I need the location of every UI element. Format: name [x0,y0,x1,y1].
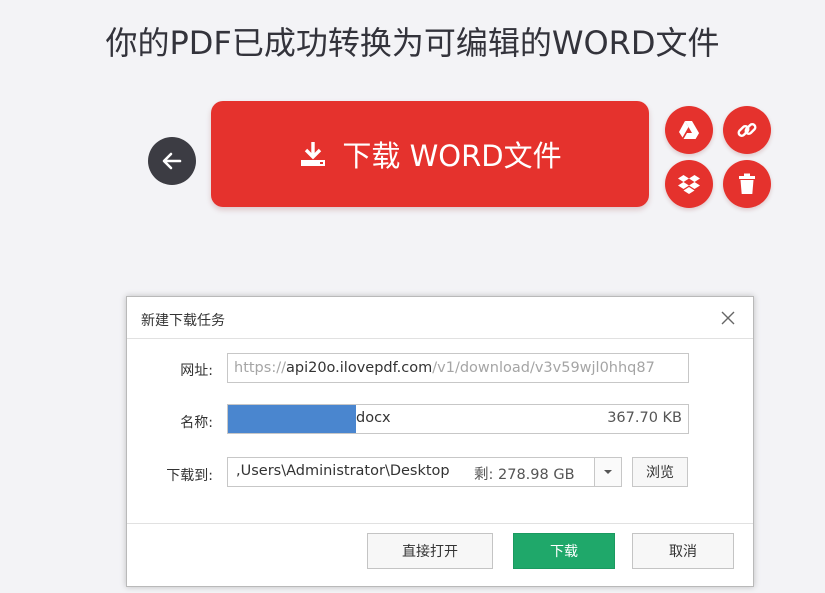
free-space: 剩: 278.98 GB [474,467,575,483]
arrow-left-icon [161,150,183,172]
url-label: 网址: [180,363,213,379]
url-field[interactable]: https://api20o.ilovepdf.com/v1/download/… [227,353,689,383]
dropbox-icon [677,173,701,195]
cancel-button[interactable]: 取消 [632,533,734,569]
download-button-label: 下载 WORD文件 [342,139,562,173]
caret-down-icon [603,469,613,475]
dialog-title: 新建下载任务 [141,313,225,329]
open-directly-button[interactable]: 直接打开 [367,533,493,569]
filename-extension: docx [356,410,391,426]
name-label: 名称: [180,415,213,431]
save-path-select[interactable]: ,Users\Administrator\Desktop 剩: 278.98 G… [227,457,622,487]
save-to-label: 下载到: [166,468,213,484]
download-button[interactable]: 下载 [513,533,615,569]
download-word-button[interactable]: 下载 WORD文件 [211,101,649,207]
copy-link-button[interactable] [723,106,771,154]
url-path: /v1/download/v3v59wjl0hhq87 [432,360,655,376]
dropbox-button[interactable] [665,160,713,208]
save-path-value: ,Users\Administrator\Desktop [236,463,450,479]
back-button[interactable] [148,137,196,185]
redacted-filename [228,405,356,433]
title-divider [127,338,753,339]
link-icon [735,118,759,142]
path-dropdown-button[interactable] [594,458,621,486]
delete-button[interactable] [723,160,771,208]
close-icon [720,310,736,326]
new-download-dialog: 新建下载任务 网址: https://api20o.ilovepdf.com/v… [126,296,754,587]
close-button[interactable] [717,307,739,329]
footer-divider [127,523,753,524]
page-title: 你的PDF已成功转换为可编辑的WORD文件 [105,24,720,62]
filename-field[interactable]: docx 367.70 KB [227,404,689,434]
url-prefix: https:// [234,360,286,376]
url-host: api20o.ilovepdf.com [285,360,433,376]
google-drive-button[interactable] [665,106,713,154]
download-icon [298,139,328,169]
file-size: 367.70 KB [607,410,682,426]
browse-button[interactable]: 浏览 [632,457,688,487]
trash-icon [737,173,757,195]
google-drive-icon [677,119,701,141]
page: 你的PDF已成功转换为可编辑的WORD文件 下载 WORD文件 新建下载任务 网… [0,0,825,593]
